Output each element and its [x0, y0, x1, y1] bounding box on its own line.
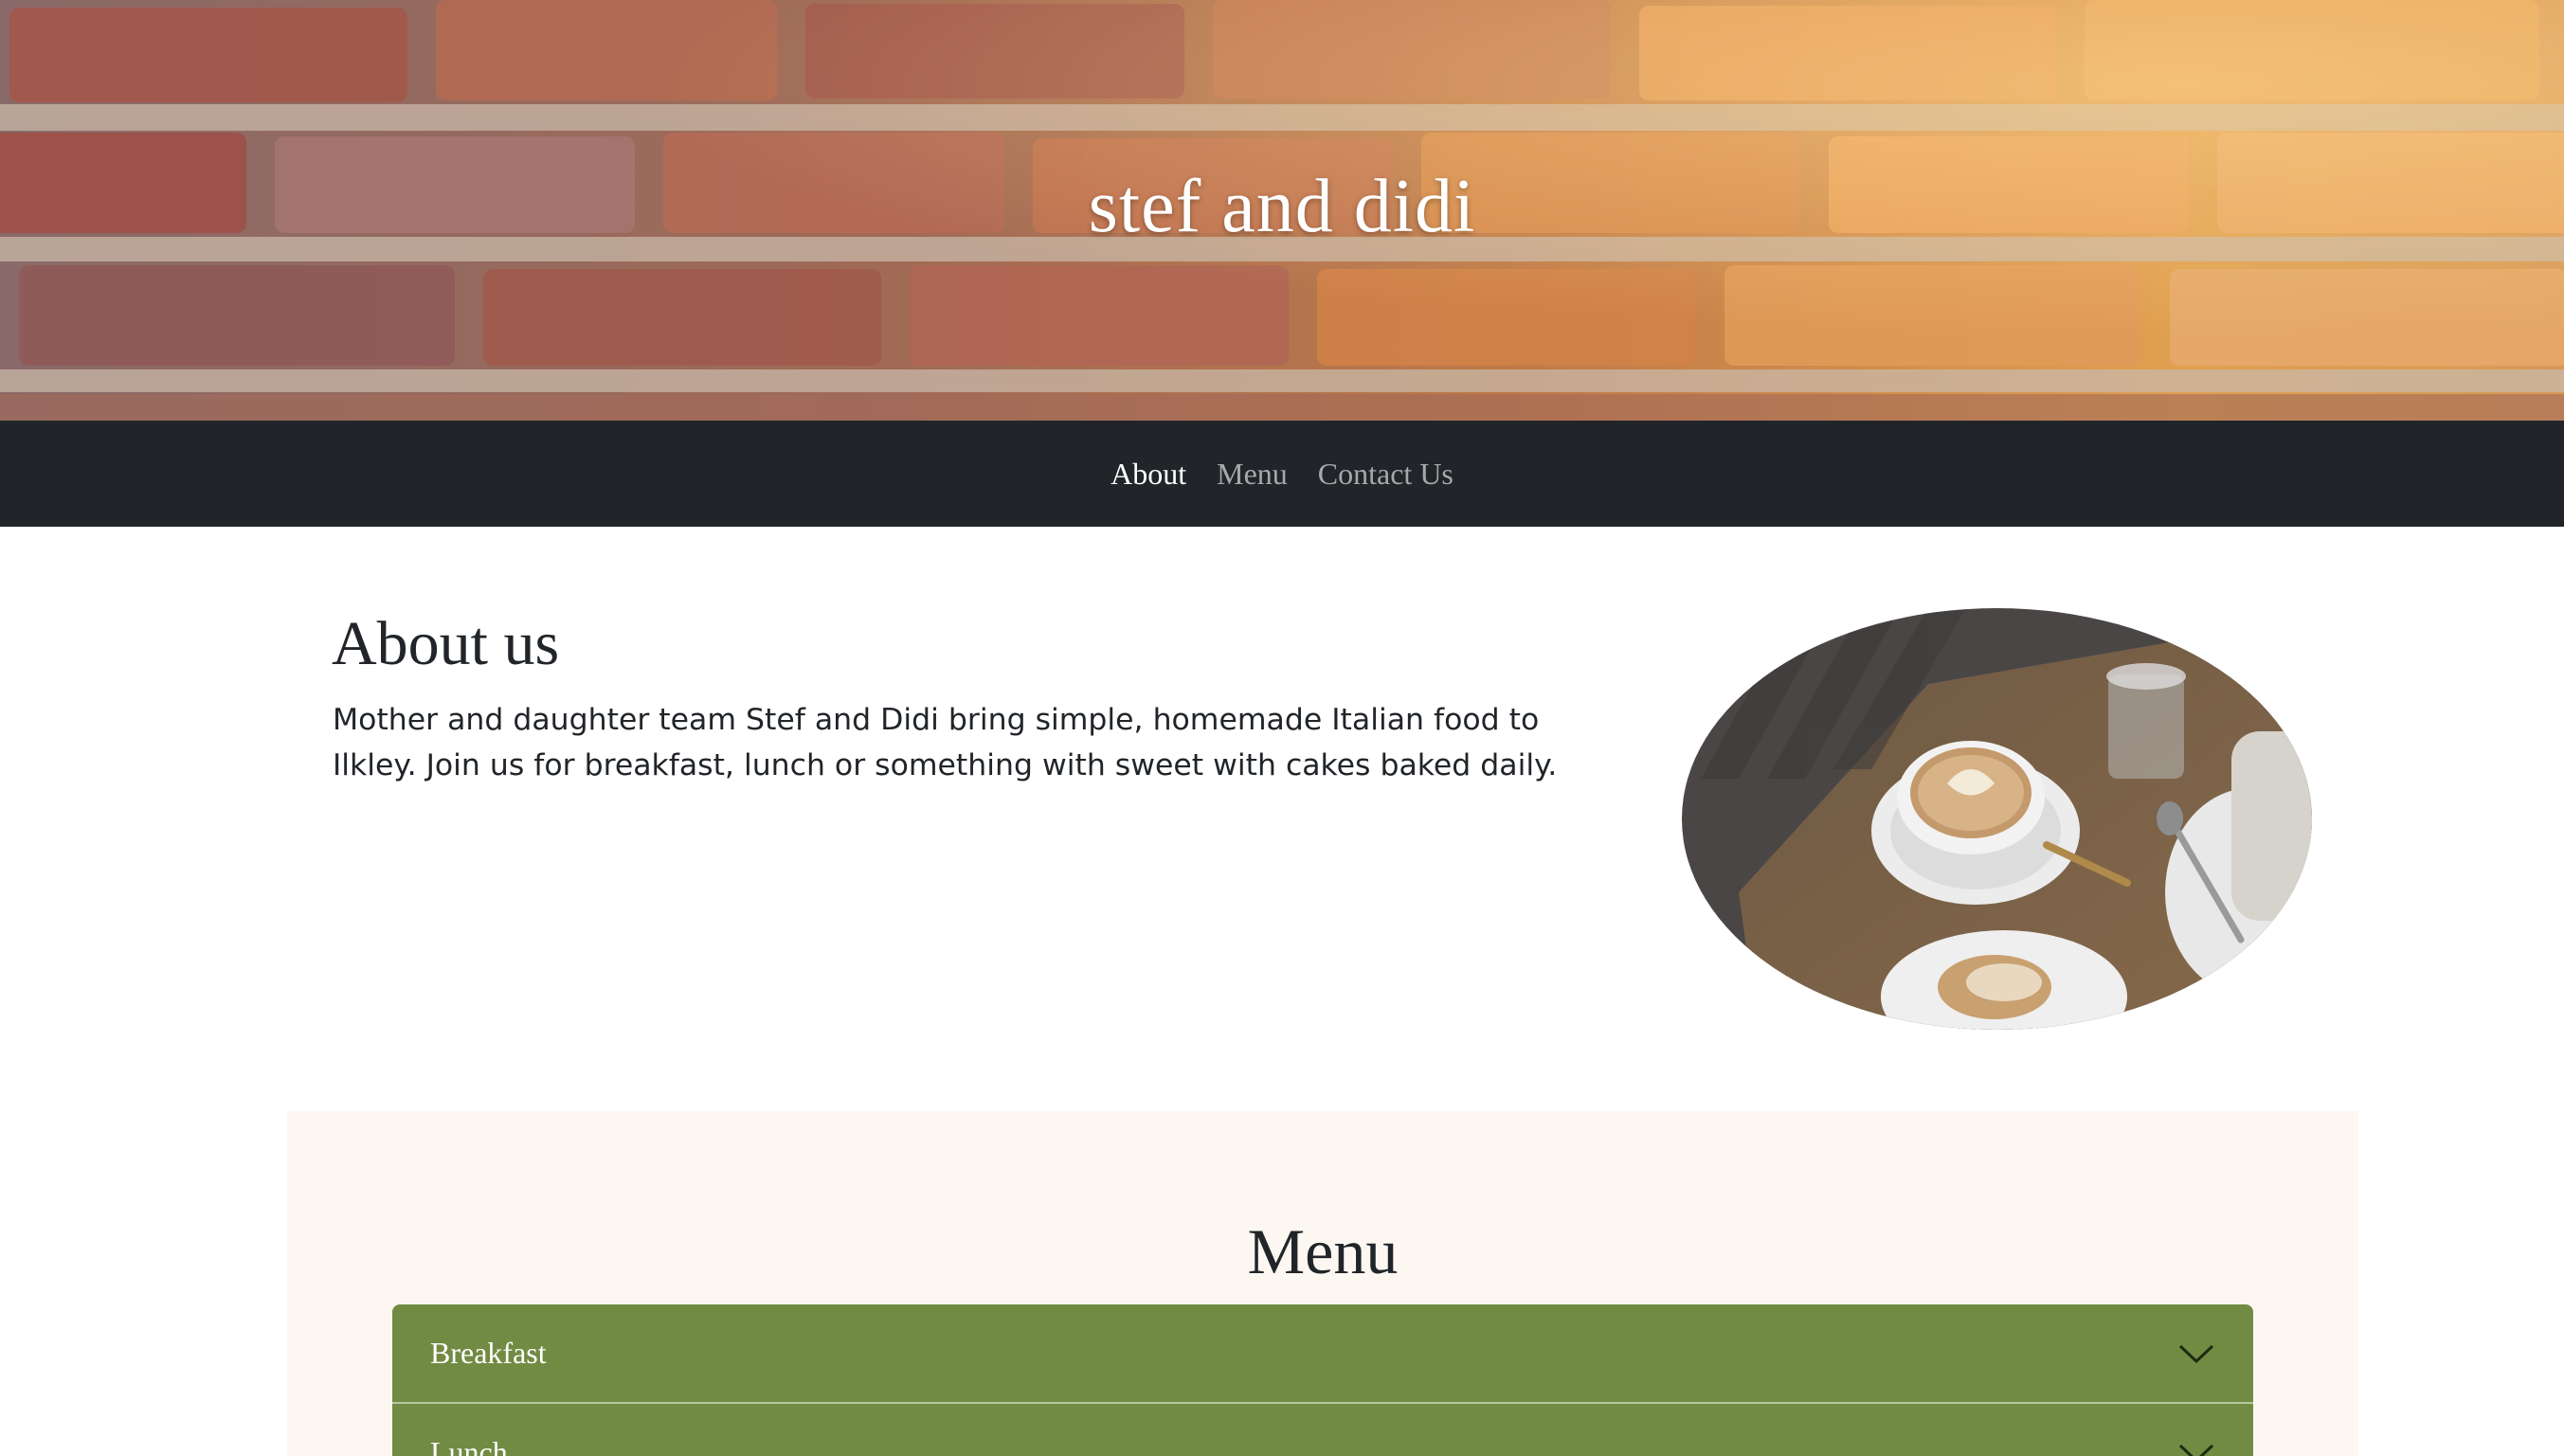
accordion-label-lunch: Lunch: [430, 1435, 508, 1456]
accordion-label-breakfast: Breakfast: [430, 1336, 547, 1370]
about-heading: About us: [332, 609, 560, 678]
nav-link-menu[interactable]: Menu: [1217, 457, 1288, 492]
main-navbar: About Menu Contact Us: [0, 421, 2564, 527]
nav-link-contact-us[interactable]: Contact Us: [1318, 457, 1454, 492]
accordion-item-lunch[interactable]: Lunch: [392, 1404, 2253, 1456]
hero-banner: stef and didi: [0, 0, 2564, 421]
menu-heading: Menu: [1247, 1215, 1399, 1287]
coffee-photo: [1682, 608, 2312, 1030]
site-title: stef and didi: [1088, 165, 1476, 248]
accordion-item-breakfast[interactable]: Breakfast: [392, 1304, 2253, 1404]
chevron-down-icon: [2178, 1444, 2214, 1456]
menu-accordion: Breakfast Lunch: [392, 1304, 2253, 1456]
menu-section: Menu Breakfast Lunch: [287, 1111, 2358, 1456]
about-description: Mother and daughter team Stef and Didi b…: [333, 703, 1558, 782]
nav-link-about[interactable]: About: [1110, 457, 1186, 492]
chevron-down-icon: [2178, 1344, 2214, 1363]
